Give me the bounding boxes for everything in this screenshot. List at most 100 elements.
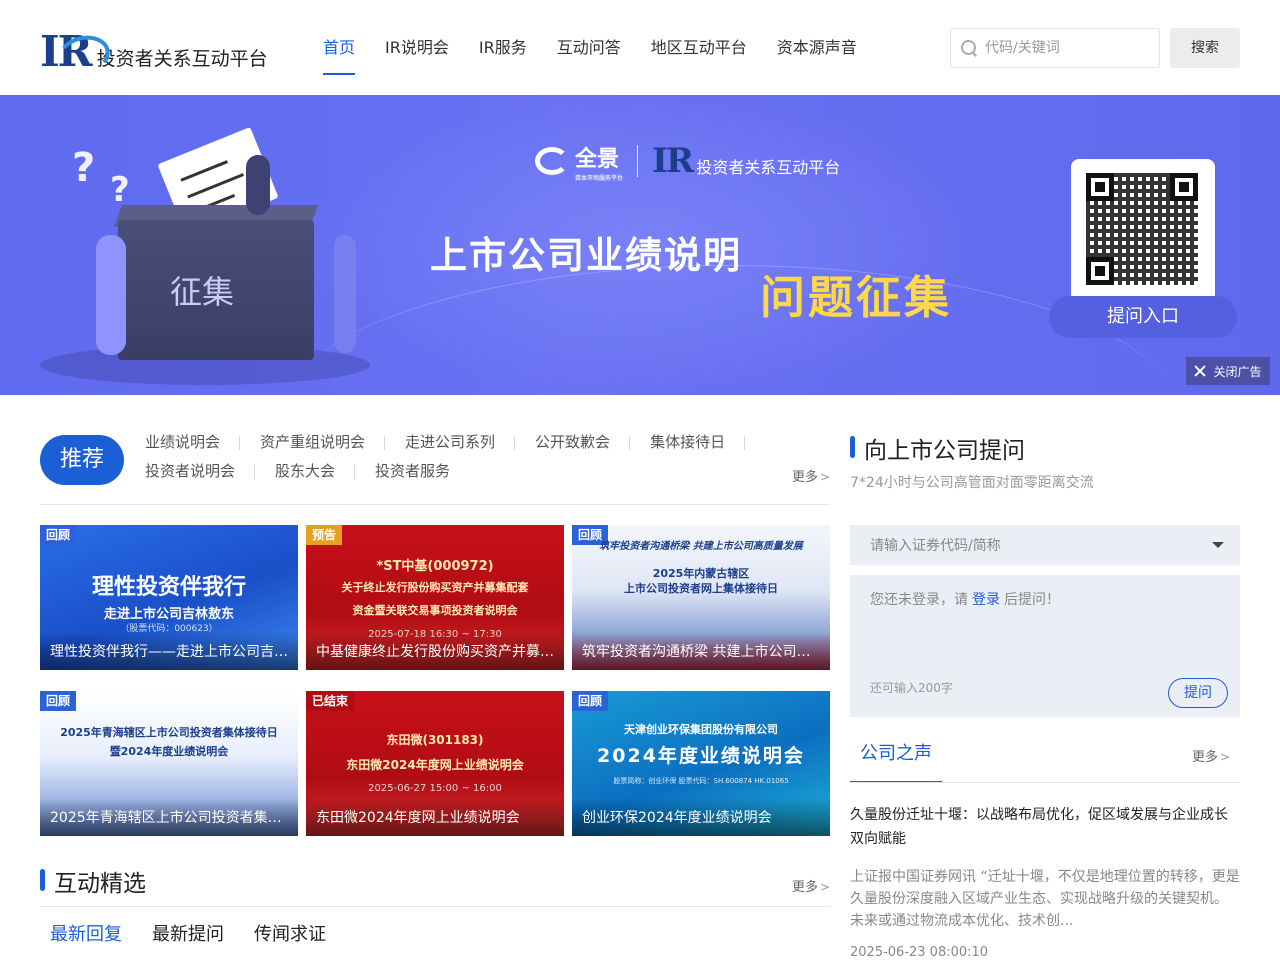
- card-caption: 2025年青海辖区上市公司投资者集体接待日: [40, 798, 298, 836]
- stock-code-select[interactable]: 请输入证券代码/简称: [850, 525, 1240, 565]
- search-button[interactable]: 搜索: [1170, 28, 1240, 68]
- highlights-more-link[interactable]: 更多 >: [792, 876, 830, 895]
- event-card[interactable]: 预告 *ST中基(000972) 关于终止发行股份购买资产并募集配套 资金暨关联…: [306, 525, 564, 670]
- card-headline: 理性投资伴我行: [91, 575, 246, 600]
- card-subline: 上市公司投资者网上集体接待日: [624, 582, 778, 595]
- category-earnings-briefing[interactable]: 业绩说明会: [125, 428, 241, 457]
- tab-latest-questions[interactable]: 最新提问: [152, 920, 224, 946]
- company-voice-more-link[interactable]: 更多 >: [1192, 746, 1230, 765]
- category-restructuring-briefing[interactable]: 资产重组说明会: [240, 428, 386, 457]
- section-marker: [40, 869, 45, 891]
- card-caption: 创业环保2024年度业绩说明会: [572, 798, 830, 836]
- card-status-tag: 已结束: [306, 691, 355, 711]
- char-counter: 还可输入200字: [870, 681, 953, 695]
- card-subline: 2024年度业绩说明会: [597, 745, 805, 767]
- search-input[interactable]: [985, 40, 1155, 56]
- section-marker: [850, 436, 855, 458]
- qr-finder-icon: [1086, 173, 1114, 201]
- card-caption: 中基健康终止发行股份购买资产并募集配套资金: [306, 632, 564, 670]
- close-icon: [1194, 365, 1206, 377]
- nav-regional-platform[interactable]: 地区互动平台: [636, 0, 762, 95]
- card-status-tag: 预告: [306, 525, 343, 545]
- close-ad-label: 关闭广告: [1213, 364, 1262, 379]
- search-box: [950, 28, 1160, 68]
- company-voice-divider: [850, 782, 1240, 783]
- submit-question-button[interactable]: 提问: [1168, 678, 1228, 708]
- nav-capital-voice[interactable]: 资本源声音: [762, 0, 872, 95]
- ask-panel-subtitle: 7*24小时与公司高管面对面零距离交流: [850, 475, 1094, 491]
- site-logo[interactable]: IR 投资者关系互动平台: [40, 27, 268, 76]
- close-ad-button[interactable]: 关闭广告: [1186, 357, 1270, 385]
- card-headline: 筑牢投资者沟通桥梁 共建上市公司高质量发展: [599, 541, 803, 552]
- promo-banner[interactable]: ? ? 征集 全景 资本市场服务平台 IR 投资者关系互动平台 上市公司业绩说明…: [0, 95, 1280, 395]
- card-subline: 暨2024年度业绩说明会: [109, 745, 229, 758]
- tab-latest-replies[interactable]: 最新回复: [50, 920, 122, 946]
- category-group-reception[interactable]: 集体接待日: [630, 428, 746, 457]
- logo-text: 投资者关系互动平台: [96, 48, 268, 70]
- event-card[interactable]: 回顾 理性投资伴我行 走进上市公司吉林敖东 （股票代码：000623） 理性投资…: [40, 525, 298, 670]
- banner-title: 上市公司业绩说明: [430, 234, 742, 277]
- highlights-title: 互动精选: [54, 871, 146, 897]
- recommend-badge: 推荐: [40, 435, 124, 485]
- recommend-divider: [40, 504, 830, 505]
- card-headline: 天津创业环保集团股份有限公司: [624, 723, 778, 736]
- quanjing-logo-icon: [535, 147, 569, 175]
- card-status-tag: 回顾: [572, 691, 609, 711]
- event-card[interactable]: 回顾 筑牢投资者沟通桥梁 共建上市公司高质量发展 2025年内蒙古辖区 上市公司…: [572, 525, 830, 670]
- card-subline: 东田微2024年度网上业绩说明会: [346, 758, 524, 772]
- stock-code-placeholder: 请输入证券代码/简称: [870, 538, 1001, 554]
- chevron-down-icon: [1212, 542, 1224, 548]
- ballot-box-label: 征集: [170, 273, 235, 311]
- brand-divider: [637, 145, 639, 177]
- card-subline: 股票简称：创业环保 股票代码：SH.600874 HK.01065: [613, 777, 789, 785]
- category-public-apology[interactable]: 公开致歉会: [515, 428, 631, 457]
- question-textarea[interactable]: 您还未登录，请 登录 后提问！ 还可输入200字 提问: [850, 575, 1240, 717]
- card-subline: 2025年内蒙古辖区: [652, 567, 750, 580]
- tab-company-voice[interactable]: 公司之声: [850, 729, 942, 783]
- nav-qa[interactable]: 互动问答: [542, 0, 636, 95]
- tab-rumor-verification[interactable]: 传闻求证: [254, 920, 326, 946]
- event-card[interactable]: 已结束 东田微(301183) 东田微2024年度网上业绩说明会 2025-06…: [306, 691, 564, 836]
- category-investor-service[interactable]: 投资者服务: [355, 457, 470, 486]
- card-caption: 理性投资伴我行——走进上市公司吉林敖东: [40, 632, 298, 670]
- qr-finder-icon: [1170, 173, 1198, 201]
- banner-brand: 全景 资本市场服务平台 IR 投资者关系互动平台: [535, 141, 840, 182]
- recommend-more-link[interactable]: 更多 >: [792, 466, 830, 485]
- card-status-tag: 回顾: [40, 525, 77, 545]
- card-subline: 走进上市公司吉林敖东: [103, 607, 234, 622]
- site-header: IR 投资者关系互动平台 首页 IR说明会 IR服务 互动问答 地区互动平台 资…: [0, 0, 1280, 95]
- card-subline: 资金暨关联交易事项投资者说明会: [352, 604, 518, 617]
- qr-finder-icon: [1086, 257, 1114, 285]
- ir-logo-icon: IR: [40, 27, 93, 76]
- login-link[interactable]: 登录: [972, 592, 1000, 608]
- main-nav: 首页 IR说明会 IR服务 互动问答 地区互动平台 资本源声音: [308, 0, 872, 95]
- card-subline: 关于终止发行股份购买资产并募集配套: [341, 581, 529, 594]
- news-title-link[interactable]: 久量股份迁址十堰：以战略布局优化，促区域发展与企业成长双向赋能: [850, 803, 1240, 851]
- chevron-right-icon: >: [1220, 750, 1231, 764]
- login-hint: 您还未登录，请 登录 后提问！: [870, 592, 1060, 608]
- event-card[interactable]: 回顾 2025年青海辖区上市公司投资者集体接待日 暨2024年度业绩说明会 20…: [40, 691, 298, 836]
- nav-ir-service[interactable]: IR服务: [464, 0, 542, 95]
- category-company-visit[interactable]: 走进公司系列: [385, 428, 516, 457]
- question-mark-icon: ?: [72, 145, 96, 191]
- card-caption: 筑牢投资者沟通桥梁 共建上市公司高质量发展: [572, 632, 830, 670]
- category-shareholder-meeting[interactable]: 股东大会: [255, 457, 356, 486]
- card-headline: 2025年青海辖区上市公司投资者集体接待日: [60, 726, 278, 739]
- ask-panel-title: 向上市公司提问: [864, 438, 1025, 464]
- card-subline: 2025-06-27 15:00 ~ 16:00: [368, 783, 502, 794]
- ir-logo-icon: IR: [652, 141, 694, 181]
- card-status-tag: 回顾: [40, 691, 77, 711]
- event-card[interactable]: 回顾 天津创业环保集团股份有限公司 2024年度业绩说明会 股票简称：创业环保 …: [572, 691, 830, 836]
- nav-ir-briefing[interactable]: IR说明会: [370, 0, 464, 95]
- person-illustration: [334, 235, 356, 353]
- card-headline: 东田微(301183): [386, 733, 484, 747]
- chevron-right-icon: >: [820, 880, 831, 894]
- ask-entry-button[interactable]: 提问入口: [1049, 296, 1237, 338]
- question-mark-icon: ?: [110, 170, 130, 210]
- category-investor-briefing[interactable]: 投资者说明会: [125, 457, 256, 486]
- card-headline: *ST中基(000972): [376, 559, 494, 574]
- news-summary: 上证报中国证券网讯 “迁址十堰，不仅是地理位置的转移，更是久量股份深度融入区域产…: [850, 869, 1240, 929]
- search-icon: [961, 40, 977, 56]
- nav-home[interactable]: 首页: [308, 0, 370, 95]
- highlights-divider: [40, 906, 830, 907]
